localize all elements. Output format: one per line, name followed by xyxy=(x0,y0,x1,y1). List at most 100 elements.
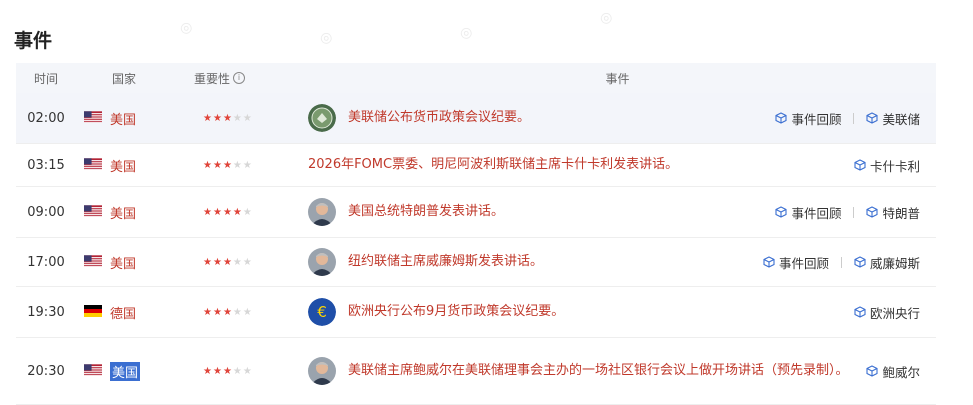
star-icon: ★ xyxy=(222,206,232,218)
star-icon: ★ xyxy=(222,112,232,124)
event-cell: € 欧洲央行公布9月货币政策会议纪要。 欧洲央行 xyxy=(298,298,936,326)
event-cell: 美联储主席鲍威尔在美联储理事会主办的一场社区银行会议上做开场讲话（预先录制）。 … xyxy=(298,357,936,385)
star-icon: ★ xyxy=(203,159,212,171)
events-table: 时间 国家 重要性 i 事件 02:00 美国 ★ ★ ★ ★ ★ 美联储公布货币政策会… xyxy=(16,63,936,405)
topic-link[interactable]: 鲍威尔 xyxy=(866,362,920,381)
importance-stars: ★ ★ ★ ★ ★ xyxy=(180,160,298,171)
table-header: 时间 国家 重要性 i 事件 xyxy=(16,63,936,93)
table-body: 02:00 美国 ★ ★ ★ ★ ★ 美联储公布货币政策会议纪要。 事件回顾 美联储 03… xyxy=(16,93,936,405)
star-icon: ★ xyxy=(232,365,242,377)
importance-stars: ★ ★ ★ ★ ★ xyxy=(180,366,298,377)
star-icon: ★ xyxy=(222,159,232,171)
topic-link[interactable]: 欧洲央行 xyxy=(854,303,920,322)
event-cell: 美国总统特朗普发表讲话。 事件回顾 特朗普 xyxy=(298,198,936,226)
action-label: 事件回顾 xyxy=(778,255,829,271)
header-importance: 重要性 i xyxy=(172,70,299,87)
divider xyxy=(840,256,842,268)
event-review-link[interactable]: 事件回顾 xyxy=(775,203,841,222)
event-actions: 卡什卡利 xyxy=(854,156,936,175)
ecb-logo-icon: € xyxy=(308,298,336,326)
star-icon: ★ xyxy=(203,206,212,218)
fed-seal-icon xyxy=(308,104,336,132)
event-actions: 事件回顾 美联储 xyxy=(775,109,936,128)
star-icon: ★ xyxy=(232,306,242,318)
germany-flag-icon xyxy=(84,304,110,320)
star-icon: ★ xyxy=(242,306,252,318)
event-description[interactable]: 纽约联储主席威廉姆斯发表讲话。 xyxy=(348,252,543,272)
star-icon: ★ xyxy=(242,159,252,171)
event-review-link[interactable]: 事件回顾 xyxy=(775,109,841,128)
importance-stars: ★ ★ ★ ★ ★ xyxy=(180,207,298,218)
action-label: 鲍威尔 xyxy=(882,364,920,380)
event-description[interactable]: 美联储主席鲍威尔在美联储理事会主办的一场社区银行会议上做开场讲话（预先录制）。 xyxy=(348,361,849,381)
event-description[interactable]: 美联储公布货币政策会议纪要。 xyxy=(348,108,530,128)
header-event: 事件 xyxy=(605,71,630,86)
country-name: 美国 xyxy=(110,361,141,381)
star-icon: ★ xyxy=(203,112,212,124)
event-description[interactable]: 美国总统特朗普发表讲话。 xyxy=(348,202,504,222)
event-review-link[interactable]: 事件回顾 xyxy=(763,253,829,272)
star-icon: ★ xyxy=(232,256,242,268)
country-name: 美国 xyxy=(110,112,137,128)
action-label: 事件回顾 xyxy=(791,111,842,127)
star-icon: ★ xyxy=(242,365,252,377)
country-name: 美国 xyxy=(110,159,137,175)
event-country: 美国 xyxy=(76,253,180,272)
page-title: 事件 xyxy=(14,30,53,52)
event-country: 美国 xyxy=(76,109,180,128)
event-description[interactable]: 2026年FOMC票委、明尼阿波利斯联储主席卡什卡利发表讲话。 xyxy=(308,155,678,175)
event-time: 09:00 xyxy=(27,204,65,220)
table-row[interactable]: 02:00 美国 ★ ★ ★ ★ ★ 美联储公布货币政策会议纪要。 事件回顾 美联储 xyxy=(16,93,936,144)
watermark: ◎ xyxy=(317,28,336,48)
action-label: 卡什卡利 xyxy=(869,158,920,174)
event-actions: 鲍威尔 xyxy=(866,362,936,381)
table-row[interactable]: 03:15 美国 ★ ★ ★ ★ ★ 2026年FOMC票委、明尼阿波利斯联储主席卡什卡… xyxy=(16,144,936,187)
info-icon[interactable]: i xyxy=(233,72,246,84)
importance-stars: ★ ★ ★ ★ ★ xyxy=(180,257,298,268)
importance-stars: ★ ★ ★ ★ ★ xyxy=(180,113,298,124)
topic-link[interactable]: 特朗普 xyxy=(866,203,920,222)
header-time: 时间 xyxy=(33,71,58,86)
table-row[interactable]: 17:00 美国 ★ ★ ★ ★ ★ 纽约联储主席威廉姆斯发表讲话。 事件回顾 威廉姆斯 xyxy=(16,238,936,287)
us-flag-icon xyxy=(84,157,110,173)
divider xyxy=(853,112,855,124)
speaker-avatar xyxy=(308,198,336,226)
us-flag-icon xyxy=(84,363,110,379)
country-name: 美国 xyxy=(110,256,137,272)
star-icon: ★ xyxy=(203,365,212,377)
event-actions: 事件回顾 威廉姆斯 xyxy=(763,253,936,272)
event-time: 03:15 xyxy=(27,157,65,173)
event-time: 17:00 xyxy=(27,254,65,270)
action-label: 欧洲央行 xyxy=(869,305,920,321)
speaker-avatar xyxy=(308,248,336,276)
country-name: 美国 xyxy=(110,206,137,222)
table-row[interactable]: 19:30 德国 ★ ★ ★ ★ ★ € 欧洲央行公布9月货币政策会议纪要。 欧洲央行 xyxy=(16,287,936,338)
header-country: 国家 xyxy=(111,71,136,86)
star-icon: ★ xyxy=(222,256,232,268)
topic-link[interactable]: 美联储 xyxy=(866,109,920,128)
us-flag-icon xyxy=(84,204,110,220)
table-row[interactable]: 20:30 美国 ★ ★ ★ ★ ★ 美联储主席鲍威尔在美联储理事会主办的一场社区银行会… xyxy=(16,338,936,405)
event-country: 德国 xyxy=(76,303,180,322)
divider xyxy=(853,206,855,218)
event-actions: 事件回顾 特朗普 xyxy=(775,203,936,222)
event-description[interactable]: 欧洲央行公布9月货币政策会议纪要。 xyxy=(348,302,564,322)
event-time: 19:30 xyxy=(27,304,65,320)
action-label: 美联储 xyxy=(882,111,920,127)
event-cell: 2026年FOMC票委、明尼阿波利斯联储主席卡什卡利发表讲话。 卡什卡利 xyxy=(298,155,936,175)
star-icon: ★ xyxy=(212,206,222,218)
star-icon: ★ xyxy=(203,306,212,318)
action-label: 事件回顾 xyxy=(791,205,842,221)
star-icon: ★ xyxy=(212,256,222,268)
event-country: 美国 xyxy=(76,361,180,381)
speaker-avatar xyxy=(308,357,336,385)
topic-link[interactable]: 威廉姆斯 xyxy=(854,253,920,272)
star-icon: ★ xyxy=(212,112,222,124)
star-icon: ★ xyxy=(242,112,252,124)
watermark: ◎ xyxy=(177,18,196,38)
event-country: 美国 xyxy=(76,156,180,175)
action-label: 特朗普 xyxy=(882,205,920,221)
topic-link[interactable]: 卡什卡利 xyxy=(854,156,920,175)
event-time: 20:30 xyxy=(27,363,65,379)
table-row[interactable]: 09:00 美国 ★ ★ ★ ★ ★ 美国总统特朗普发表讲话。 事件回顾 特朗普 xyxy=(16,187,936,238)
